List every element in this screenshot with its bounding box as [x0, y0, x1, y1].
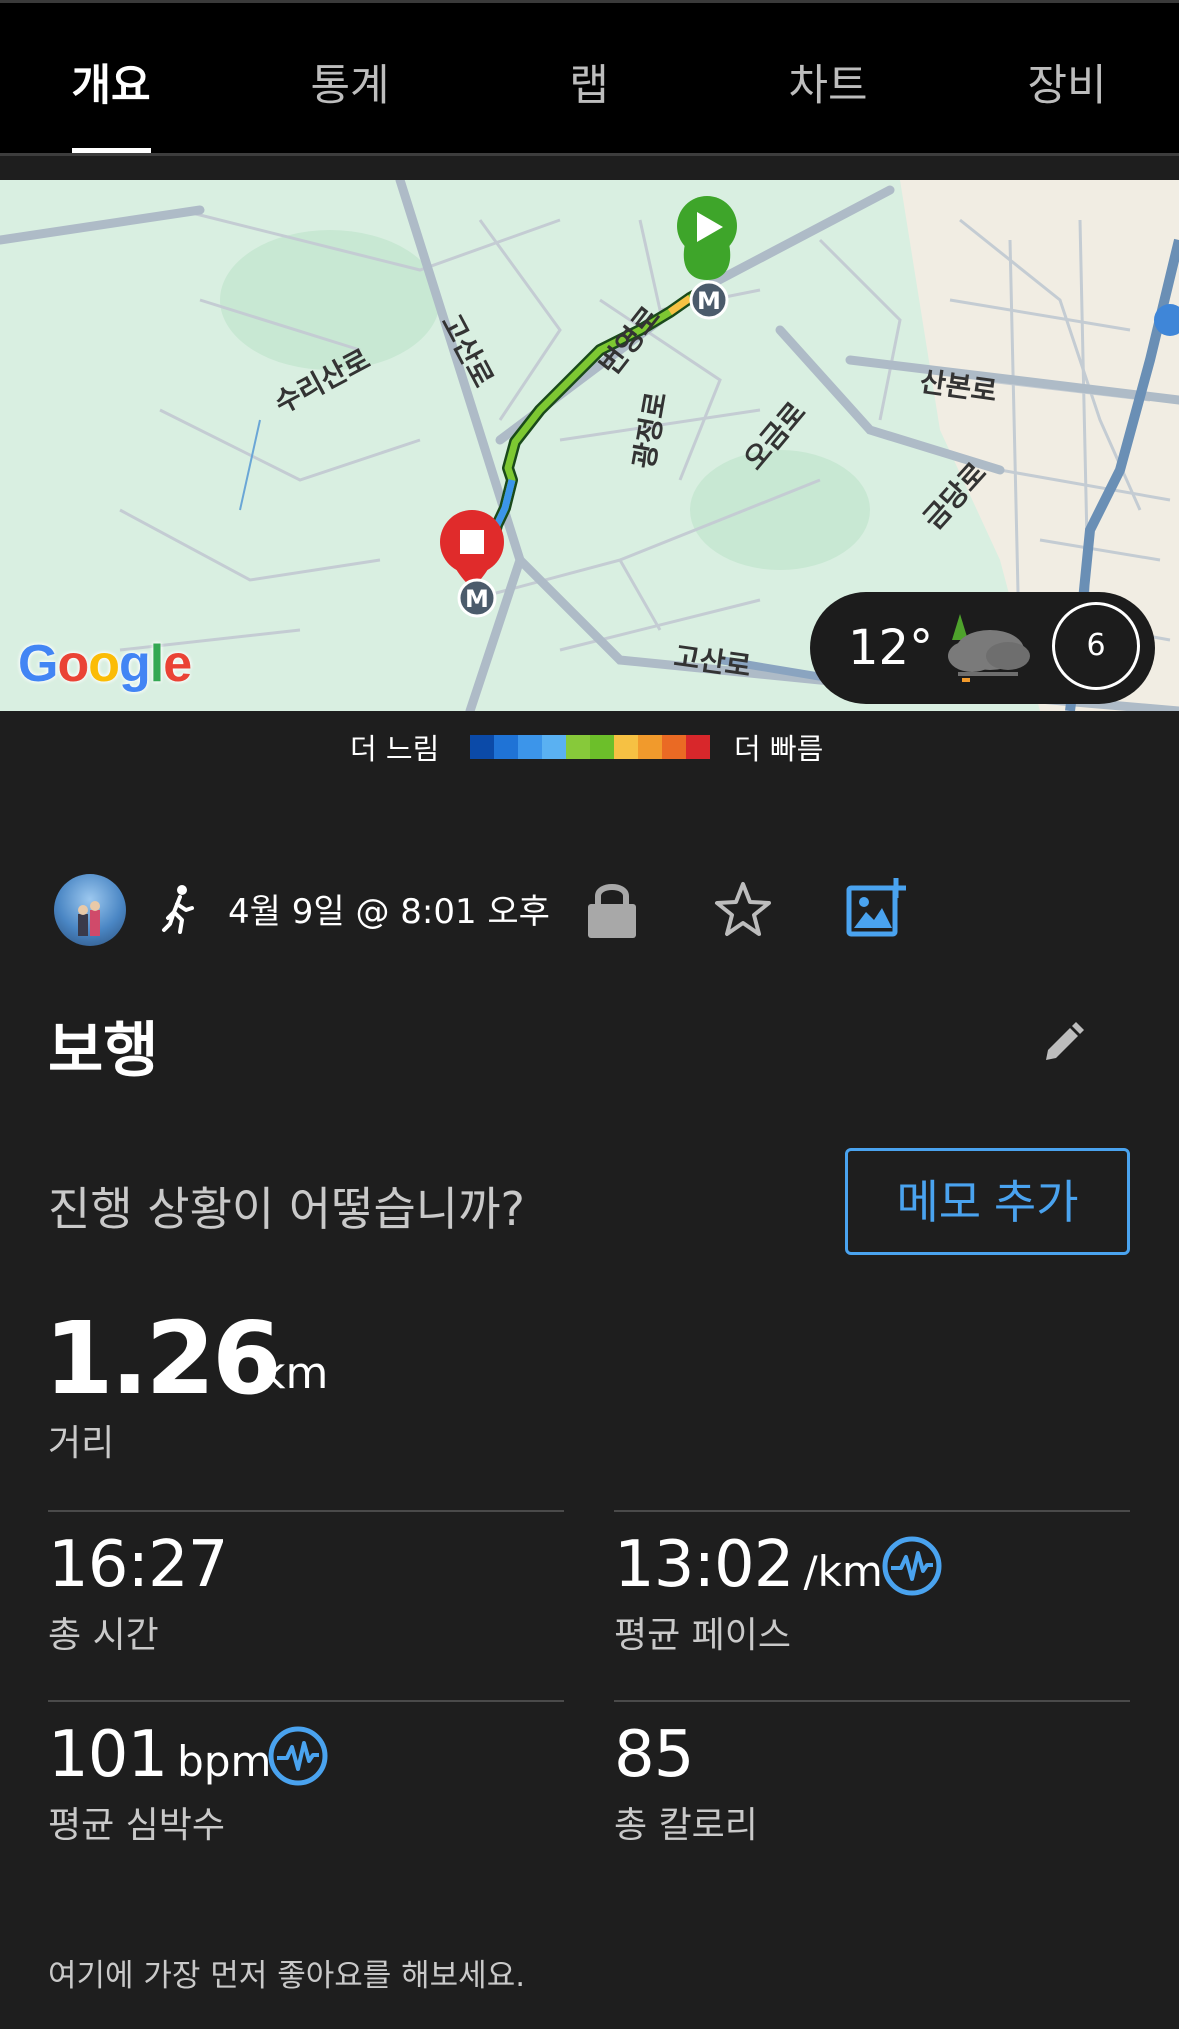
pencil-icon[interactable]: [1040, 1018, 1086, 1064]
legend-color-swatch: [662, 735, 686, 759]
avg-pace-label: 평균 페이스: [614, 1615, 792, 1656]
avg-pace-unit: /km: [803, 1547, 883, 1596]
legend-color-swatch: [638, 735, 662, 759]
avatar[interactable]: [54, 874, 126, 946]
progress-prompt: 진행 상황이 어떻습니까?: [48, 1182, 525, 1236]
cloud-rain-icon: [948, 614, 1030, 682]
legend-color-swatch: [686, 735, 710, 759]
temperature: 12°: [848, 620, 934, 676]
legend-color-swatch: [566, 735, 590, 759]
total-time-value: 16:27: [48, 1528, 228, 1602]
distance-label: 거리: [48, 1423, 115, 1464]
heart-rate-icon[interactable]: [881, 1535, 943, 1597]
legend-fast-label: 더 빠름: [734, 732, 824, 766]
tab-laps[interactable]: 랩: [569, 51, 609, 113]
lock-icon[interactable]: [586, 880, 638, 940]
add-memo-button[interactable]: 메모 추가: [845, 1148, 1130, 1255]
like-prompt[interactable]: 여기에 가장 먼저 좋아요를 해보세요.: [48, 1950, 525, 1995]
legend-color-swatch: [590, 735, 614, 759]
pace-legend: 더 느림 더 빠름: [0, 726, 1179, 766]
distance-unit: km: [260, 1348, 329, 1399]
weather-widget: 12° 6: [810, 592, 1155, 704]
legend-color-bar: [470, 735, 710, 759]
legend-color-swatch: [614, 735, 638, 759]
divider: [48, 1700, 564, 1702]
avg-pace-number: 13:02: [614, 1528, 794, 1602]
avg-hr-value: 101 bpm: [48, 1718, 271, 1792]
legend-color-swatch: [518, 735, 542, 759]
star-icon[interactable]: [713, 880, 773, 940]
avatar-image: [78, 901, 100, 936]
tab-stats[interactable]: 통계: [310, 51, 389, 113]
avg-pace-value: 13:02/km: [614, 1528, 883, 1602]
spacer: [0, 156, 1179, 180]
legend-color-swatch: [494, 735, 518, 759]
avg-hr-number: 101: [48, 1718, 168, 1792]
metro-marker-letter: M: [465, 585, 489, 613]
google-logo: Google: [18, 635, 192, 693]
tab-bar: 개요 통계 랩 차트 장비: [0, 0, 1179, 154]
calories-value: 85: [614, 1718, 694, 1792]
avg-hr-label: 평균 심박수: [48, 1805, 226, 1846]
calories-label: 총 칼로리: [614, 1805, 758, 1846]
activity-date: 4월 9일 @ 8:01 오후: [228, 892, 550, 932]
divider: [614, 1510, 1130, 1512]
walk-icon: [162, 885, 194, 934]
legend-slow-label: 더 느림: [350, 732, 440, 766]
route-map[interactable]: M M 산본로 수리산로 고산로 광정로 오금로 금당로 고산로 번영로 Goo…: [0, 180, 1179, 711]
activity-title: 보행: [48, 1016, 159, 1086]
legend-color-swatch: [542, 735, 566, 759]
tab-gear[interactable]: 장비: [1027, 51, 1106, 113]
wind-indicator: 6: [1052, 602, 1140, 690]
tab-charts[interactable]: 차트: [788, 51, 867, 113]
avg-hr-unit: bpm: [177, 1737, 272, 1786]
total-time-label: 총 시간: [48, 1615, 159, 1656]
add-photo-icon[interactable]: [846, 876, 910, 940]
metro-marker-letter: M: [697, 287, 721, 315]
distance-value: 1.26: [44, 1300, 282, 1417]
tab-overview[interactable]: 개요: [71, 51, 150, 113]
divider: [48, 1510, 564, 1512]
heart-rate-icon[interactable]: [267, 1725, 329, 1787]
legend-color-swatch: [470, 735, 494, 759]
divider: [614, 1700, 1130, 1702]
